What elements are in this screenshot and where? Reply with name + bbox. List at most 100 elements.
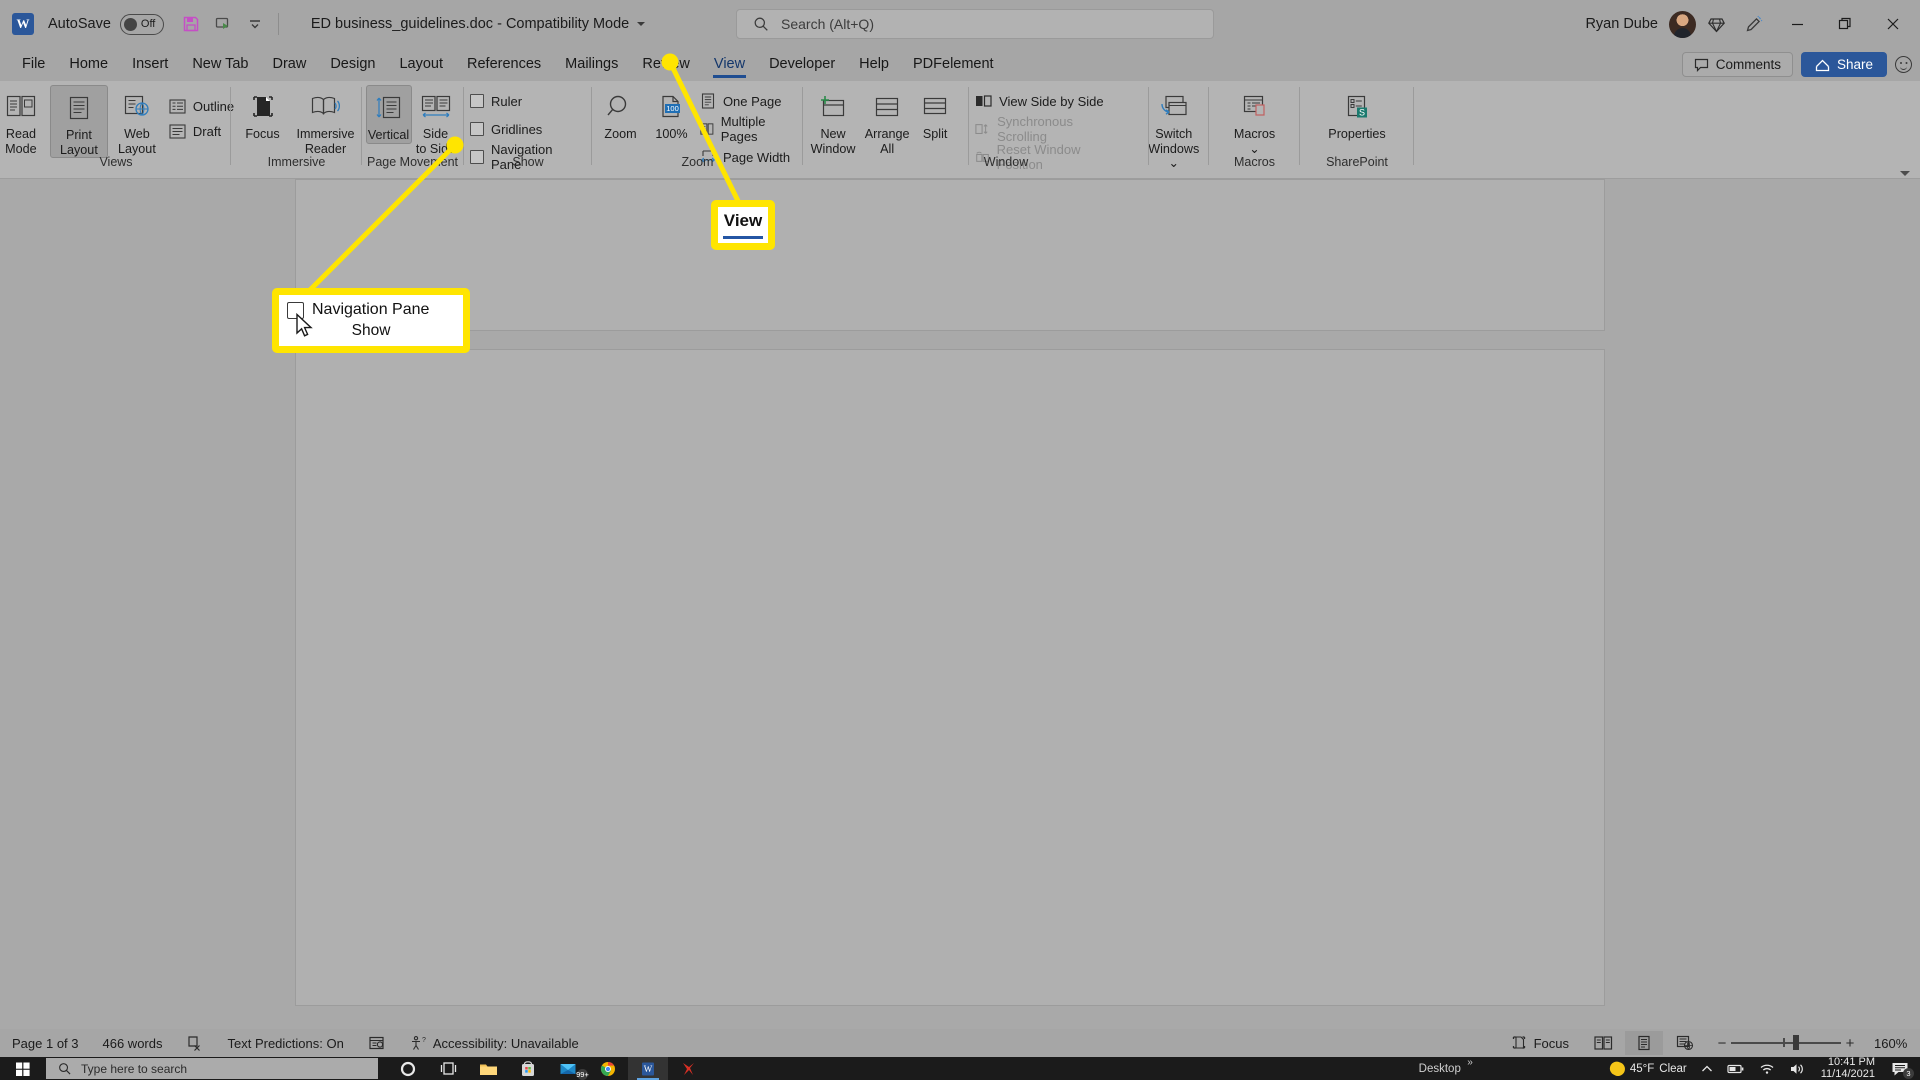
proofing-errors-icon[interactable] [174,1029,215,1057]
document-title[interactable]: ED business_guidelines.doc - Compatibili… [311,16,646,32]
tab-developer[interactable]: Developer [757,52,847,78]
customize-qat-icon[interactable] [240,9,270,39]
side-to-side-button[interactable]: Side to Side [412,85,460,156]
close-button[interactable] [1870,1,1916,47]
macros-button[interactable]: Macros ⌄ [1220,85,1290,156]
avatar[interactable] [1669,10,1696,38]
restore-button[interactable] [1822,1,1868,47]
outline-button[interactable]: Outline [166,95,240,117]
tab-pdfelement[interactable]: PDFelement [901,52,1006,78]
tab-file[interactable]: File [10,52,57,78]
zoom-slider[interactable]: − + [1713,1035,1859,1052]
tab-view[interactable]: View [702,52,757,78]
ruler-checkbox-row[interactable]: Ruler [467,90,589,112]
tab-review[interactable]: Review [630,52,702,78]
ribbon-collapse-icon[interactable] [1900,171,1910,176]
user-name-label: Ryan Dube [1585,16,1658,32]
print-layout-view-button[interactable] [1625,1031,1663,1055]
ruler-checkbox[interactable] [470,94,484,108]
draft-button[interactable]: Draft [166,120,240,142]
gridlines-checkbox[interactable] [470,122,484,136]
comments-button[interactable]: Comments [1681,52,1793,77]
page-info[interactable]: Page 1 of 3 [0,1029,91,1057]
tab-references[interactable]: References [455,52,553,78]
clock[interactable]: 10:41 PM 11/14/2021 [1812,1056,1884,1080]
tab-mailings[interactable]: Mailings [553,52,630,78]
accessibility-status[interactable]: ? Accessibility: Unavailable [397,1029,591,1057]
battery-icon[interactable] [1720,1057,1752,1080]
gridlines-label: Gridlines [491,121,543,137]
view-side-by-side-button[interactable]: View Side by Side [972,90,1117,112]
microsoft-word-icon[interactable]: W [628,1057,668,1080]
read-mode-view-button[interactable] [1584,1031,1622,1055]
diamond-icon[interactable] [1698,7,1734,41]
gridlines-checkbox-row[interactable]: Gridlines [467,118,589,140]
vertical-button[interactable]: Vertical [365,85,412,144]
synchronous-scrolling-icon [975,123,988,134]
display-settings-icon[interactable] [356,1029,397,1057]
web-layout-view-button[interactable] [1666,1031,1704,1055]
wifi-icon[interactable] [1752,1057,1782,1080]
immersive-reader-label-1: Immersive [296,127,355,141]
taskbar-search-icon [59,1063,71,1075]
share-button[interactable]: Share [1800,52,1887,77]
zoom-out-button[interactable]: − [1713,1035,1731,1052]
focus-status-button[interactable]: Focus [1499,1029,1581,1057]
track-changes-icon[interactable] [208,9,238,39]
text-predictions-status[interactable]: Text Predictions: On [215,1029,355,1057]
word-count[interactable]: 466 words [91,1029,175,1057]
focus-button[interactable]: Focus [234,85,292,142]
minimize-button[interactable] [1774,1,1820,47]
tab-draw[interactable]: Draw [260,52,318,78]
task-view-icon[interactable] [428,1057,468,1080]
taskbar-search-box[interactable]: Type here to search [46,1058,378,1079]
weather-widget[interactable]: 45°F Clear [1601,1057,1694,1080]
cortana-icon[interactable] [388,1057,428,1080]
multiple-pages-button[interactable]: Multiple Pages [697,114,800,144]
show-hidden-icons-icon[interactable]: » [1467,1057,1473,1068]
search-box[interactable]: Search (Alt+Q) [736,9,1214,39]
weather-temp: 45°F [1629,1062,1655,1075]
tab-new-tab[interactable]: New Tab [180,52,260,78]
feedback-smiley-icon[interactable] [1895,56,1912,73]
show-hidden-tray-icons-button[interactable] [1694,1057,1720,1080]
zoom-slider-thumb[interactable] [1793,1035,1799,1051]
tab-insert[interactable]: Insert [120,52,180,78]
macros-chevron-icon[interactable]: ⌄ [1249,142,1260,156]
zoom-level-label[interactable]: 160% [1874,1036,1914,1051]
mail-icon[interactable]: 99+ [548,1057,589,1080]
desktop-label[interactable]: Desktop » [1403,1057,1473,1075]
new-window-button[interactable]: New Window [806,85,860,156]
tab-home[interactable]: Home [57,52,120,78]
pen-icon[interactable] [1736,7,1772,41]
document-page-2[interactable] [295,349,1605,1006]
chevron-down-icon[interactable] [637,22,646,26]
word-application-window: W AutoSave Off ED business_guidelines.do… [0,0,1920,1080]
arrange-all-button[interactable]: Arrange All [860,85,914,156]
zoom-button[interactable]: Zoom [595,85,646,142]
sharepoint-properties-button[interactable]: S Properties [1309,85,1405,142]
web-layout-button[interactable]: Web Layout [108,85,166,156]
tab-help[interactable]: Help [847,52,901,78]
windows-start-icon[interactable] [0,1057,46,1080]
zoom-100-button[interactable]: 100 100% [646,85,697,142]
volume-icon[interactable] [1782,1057,1812,1080]
immersive-reader-button[interactable]: Immersive Reader [292,85,360,156]
google-chrome-icon[interactable] [588,1057,628,1080]
zoom-slider-track[interactable] [1731,1035,1841,1051]
print-layout-button[interactable]: Print Layout [49,85,108,158]
microsoft-store-icon[interactable] [508,1057,548,1080]
group-separator-1 [230,87,231,165]
autosave-toggle[interactable]: Off [119,13,164,35]
save-icon[interactable] [176,9,206,39]
file-explorer-icon[interactable] [468,1057,508,1080]
document-page-1[interactable] [295,179,1605,331]
zoom-in-button[interactable]: + [1841,1035,1859,1052]
one-page-button[interactable]: One Page [697,90,800,112]
split-button[interactable]: Split [914,85,956,142]
read-mode-button[interactable]: Read Mode [0,85,50,156]
wps-icon[interactable] [668,1057,708,1080]
action-center-icon[interactable]: 3 [1884,1057,1916,1080]
tab-layout[interactable]: Layout [387,52,455,78]
tab-design[interactable]: Design [318,52,387,78]
